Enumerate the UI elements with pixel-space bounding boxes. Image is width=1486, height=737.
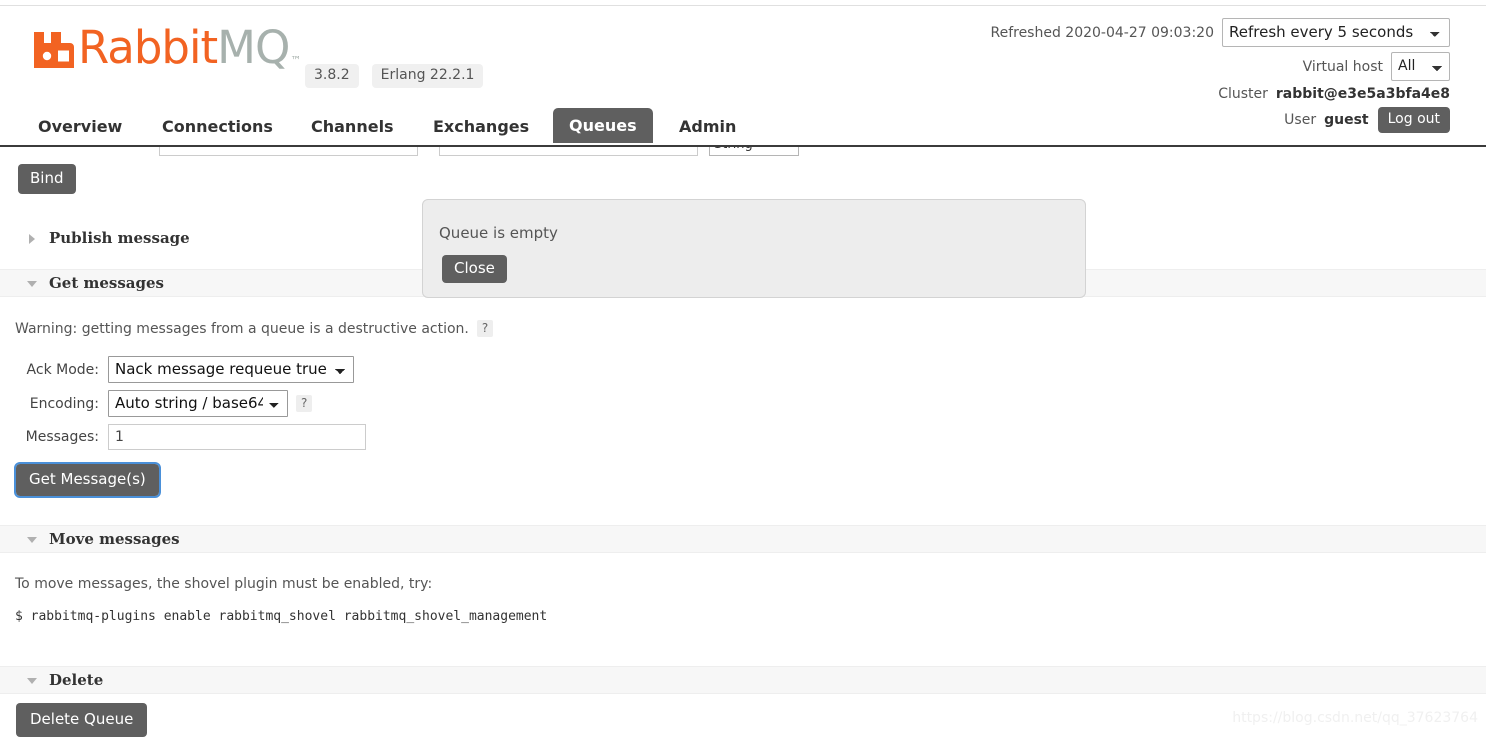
erlang-version-badge: Erlang 22.2.1 — [371, 64, 484, 88]
nav-item-queues[interactable]: Queues — [553, 108, 653, 143]
nav-item-exchanges[interactable]: Exchanges — [419, 111, 543, 143]
section-title-move-messages: Move messages — [49, 530, 180, 548]
refreshed-timestamp: Refreshed 2020-04-27 09:03:20 — [990, 24, 1214, 41]
popup-close-button[interactable]: Close — [442, 255, 507, 283]
vhost-select[interactable]: All — [1391, 52, 1450, 81]
cluster-name: rabbit@e3e5a3bfa4e8 — [1275, 86, 1450, 102]
warning-text: Warning: getting messages from a queue i… — [15, 320, 469, 337]
encoding-label: Encoding: — [29, 395, 99, 412]
main-navigation: Overview Connections Channels Exchanges … — [0, 108, 1486, 147]
messages-label: Messages: — [25, 429, 99, 445]
rabbitmq-logo[interactable]: RabbitMQ ™ — [32, 25, 302, 70]
section-header-delete[interactable]: Delete — [0, 666, 1486, 694]
chevron-down-icon — [27, 678, 37, 684]
vhost-label: Virtual host — [1302, 58, 1383, 75]
trademark-symbol: ™ — [290, 54, 302, 67]
section-title-delete: Delete — [49, 671, 104, 689]
ack-mode-select[interactable]: Nack message requeue true — [108, 356, 354, 383]
section-title-publish-message: Publish message — [49, 229, 190, 247]
vhost-row: Virtual host All — [990, 52, 1450, 81]
destructive-action-warning: Warning: getting messages from a queue i… — [15, 320, 494, 337]
cluster-label: Cluster — [1218, 86, 1268, 102]
rabbitmq-wordmark: RabbitMQ — [78, 25, 290, 70]
queue-empty-popup: Queue is empty Close — [422, 199, 1086, 298]
popup-message-text: Queue is empty — [439, 224, 558, 242]
move-messages-command: $ rabbitmq-plugins enable rabbitmq_shove… — [15, 609, 548, 624]
nav-item-admin[interactable]: Admin — [665, 111, 750, 143]
move-messages-description: To move messages, the shovel plugin must… — [15, 576, 433, 592]
encoding-select[interactable]: Auto string / base64 — [108, 390, 288, 417]
get-messages-button[interactable]: Get Message(s) — [14, 462, 161, 498]
rabbitmq-version-badge: 3.8.2 — [305, 64, 359, 88]
ack-mode-row: Ack Mode: Nack message requeue true — [0, 356, 354, 383]
chevron-down-icon — [27, 537, 37, 543]
chevron-right-icon — [29, 234, 35, 244]
wordmark-rabbit: Rabbit — [78, 21, 218, 74]
rabbit-logo-icon — [32, 26, 76, 70]
warning-help-icon[interactable]: ? — [476, 320, 494, 337]
bind-button[interactable]: Bind — [18, 164, 76, 194]
cluster-row: Cluster rabbit@e3e5a3bfa4e8 — [990, 86, 1450, 102]
messages-count-input[interactable] — [108, 424, 366, 450]
refresh-interval-select[interactable]: Refresh every 5 seconds — [1222, 18, 1450, 47]
version-badges: 3.8.2 Erlang 22.2.1 — [305, 64, 484, 88]
nav-item-channels[interactable]: Channels — [297, 111, 408, 143]
wordmark-mq: MQ — [217, 21, 290, 74]
encoding-help-icon[interactable]: ? — [296, 395, 313, 412]
nav-item-overview[interactable]: Overview — [24, 111, 136, 143]
nav-item-connections[interactable]: Connections — [148, 111, 287, 143]
messages-count-row: Messages: — [0, 424, 366, 450]
section-header-move-messages[interactable]: Move messages — [0, 525, 1486, 553]
ack-mode-label: Ack Mode: — [26, 361, 99, 378]
chevron-down-icon — [27, 281, 37, 287]
page-header: RabbitMQ ™ 3.8.2 Erlang 22.2.1 Refreshed… — [0, 6, 1486, 147]
refresh-row: Refreshed 2020-04-27 09:03:20 Refresh ev… — [990, 18, 1450, 47]
delete-queue-button[interactable]: Delete Queue — [16, 703, 148, 737]
section-title-get-messages: Get messages — [49, 274, 165, 292]
encoding-row: Encoding: Auto string / base64 ? — [0, 390, 313, 417]
